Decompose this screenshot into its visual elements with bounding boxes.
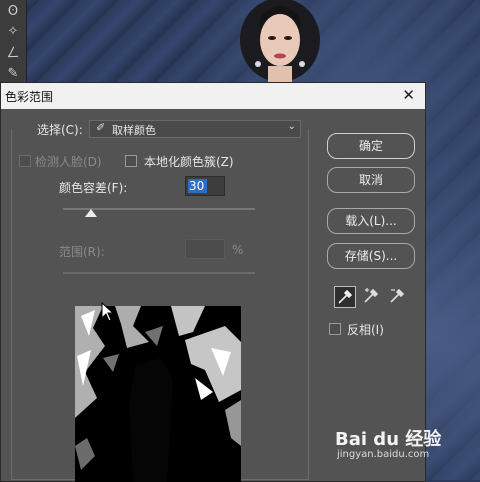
chevron-down-icon: ⌄ — [287, 121, 296, 132]
baidu-watermark: Bai du 经验 jingyan.baidu.com — [335, 425, 442, 460]
fuzziness-label: 颜色容差(F): — [59, 181, 128, 195]
dialog-titlebar: 色彩范围 ✕ — [1, 83, 425, 109]
eyedropper-minus-icon[interactable] — [387, 286, 407, 306]
tools-panel: ʘ ✧ ㄥ ✎ — [0, 0, 27, 86]
portrait-image — [240, 0, 320, 82]
fuzziness-value: 30 — [188, 179, 207, 193]
select-value: 取样颜色 — [112, 124, 156, 137]
eyedropper-icon: ✐ — [96, 121, 106, 134]
select-label: 选择(C): — [37, 123, 83, 137]
invert-checkbox[interactable] — [329, 323, 341, 335]
watermark-brand: Bai du 经验 — [335, 429, 442, 450]
range-input[interactable] — [185, 239, 225, 259]
detect-faces-checkbox[interactable] — [19, 155, 31, 167]
localized-clusters-checkbox[interactable] — [125, 155, 137, 167]
watermark-site: jingyan.baidu.com — [337, 449, 430, 460]
crop-tool-icon[interactable]: ㄥ — [3, 44, 23, 64]
eyedropper-tool-icon[interactable]: ✎ — [3, 64, 23, 84]
range-unit: % — [232, 243, 244, 257]
magic-wand-tool-icon[interactable]: ✧ — [3, 22, 23, 42]
ok-button[interactable]: 确定 — [327, 133, 415, 159]
cancel-button[interactable]: 取消 — [327, 167, 415, 193]
detect-faces-label: 检测人脸(D) — [35, 155, 102, 169]
dialog-title: 色彩范围 — [5, 90, 54, 104]
fuzziness-input[interactable]: 30 — [185, 176, 225, 196]
load-button[interactable]: 载入(L)... — [327, 208, 415, 234]
selection-preview[interactable] — [75, 306, 241, 482]
eyedropper-plus-icon[interactable] — [361, 286, 381, 306]
range-label: 范围(R): — [59, 245, 105, 259]
lasso-tool-icon[interactable]: ʘ — [3, 2, 23, 22]
mouse-cursor-icon — [101, 302, 115, 322]
localized-clusters-label: 本地化颜色簇(Z) — [144, 155, 234, 169]
range-slider-track[interactable] — [63, 272, 255, 274]
save-button[interactable]: 存储(S)... — [327, 243, 415, 269]
invert-label: 反相(I) — [347, 323, 384, 337]
select-dropdown[interactable]: ✐ 取样颜色 ⌄ — [89, 120, 301, 138]
eyedropper-icon[interactable] — [334, 286, 356, 308]
color-range-dialog: 色彩范围 ✕ 选择(C): ✐ 取样颜色 ⌄ 检测人脸(D) 本地化颜色簇(Z)… — [0, 82, 426, 482]
close-icon[interactable]: ✕ — [402, 86, 415, 104]
fuzziness-slider-thumb[interactable] — [85, 209, 97, 217]
